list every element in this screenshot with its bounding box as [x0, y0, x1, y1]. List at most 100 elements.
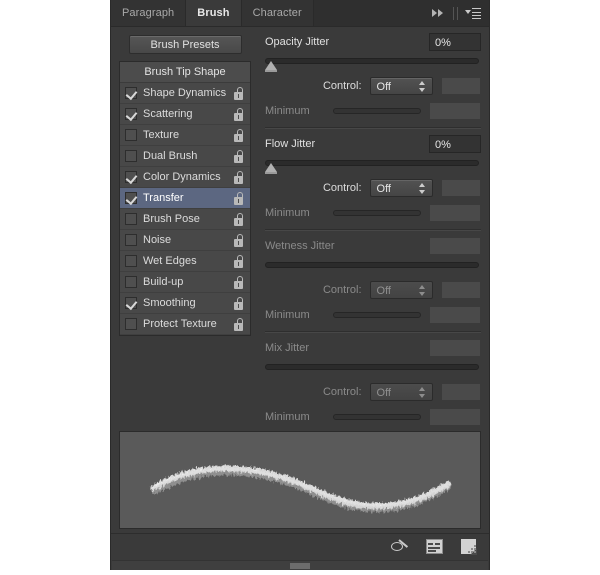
brush-stroke-preview: [119, 431, 481, 529]
brush-option-checkbox[interactable]: [125, 150, 137, 162]
stepper-arrows-icon[interactable]: [419, 285, 426, 297]
double-chevron-right-icon[interactable]: [432, 8, 446, 18]
brush-option-checkbox[interactable]: [125, 108, 137, 120]
jitter-slider[interactable]: [265, 55, 481, 70]
brush-option-checkbox[interactable]: [125, 318, 137, 330]
brush-option-checkbox[interactable]: [125, 192, 137, 204]
jitter-slider-track: [265, 58, 479, 64]
tab-character-label: Character: [253, 7, 302, 19]
tab-paragraph[interactable]: Paragraph: [111, 0, 186, 26]
brush-panel-icon[interactable]: [425, 538, 445, 556]
brush-option-checkbox[interactable]: [125, 255, 137, 267]
brush-option-checkbox[interactable]: [125, 213, 137, 225]
unlocked-icon[interactable]: [234, 171, 245, 184]
brush-option-label: Shape Dynamics: [143, 87, 234, 99]
brush-option-row[interactable]: Dual Brush: [120, 146, 250, 167]
unlocked-icon[interactable]: [234, 87, 245, 100]
brush-option-row[interactable]: Transfer: [120, 188, 250, 209]
stepper-arrows-icon[interactable]: [419, 81, 426, 93]
unlocked-icon[interactable]: [234, 234, 245, 247]
minimum-value-field[interactable]: [429, 204, 481, 222]
brush-option-checkbox[interactable]: [125, 87, 137, 99]
unlocked-icon[interactable]: [234, 192, 245, 205]
jitter-slider-track: [265, 262, 479, 268]
control-extra-field[interactable]: [441, 77, 481, 95]
unlocked-icon[interactable]: [234, 297, 245, 310]
control-row: Control:Off: [265, 177, 481, 199]
minimum-value-field[interactable]: [429, 102, 481, 120]
unlocked-icon[interactable]: [234, 108, 245, 121]
jitter-slider[interactable]: [265, 259, 481, 274]
control-select[interactable]: Off: [370, 179, 434, 197]
minimum-row: Minimum: [265, 406, 481, 427]
brush-option-checkbox[interactable]: [125, 297, 137, 309]
tab-character[interactable]: Character: [242, 0, 314, 26]
minimum-slider-track[interactable]: [333, 414, 421, 420]
control-extra-field[interactable]: [441, 281, 481, 299]
resize-grip-icon[interactable]: [465, 542, 476, 553]
control-extra-field[interactable]: [441, 383, 481, 401]
minimum-row: Minimum: [265, 100, 481, 121]
brush-panel: Paragraph Brush Character Brush Presets: [110, 0, 490, 570]
minimum-slider-track[interactable]: [333, 108, 421, 114]
jitter-value-field[interactable]: 0%: [429, 33, 481, 51]
unlocked-icon[interactable]: [234, 213, 245, 226]
unlocked-icon[interactable]: [234, 255, 245, 268]
control-select[interactable]: Off: [370, 77, 434, 95]
jitter-slider[interactable]: [265, 361, 481, 376]
brush-option-checkbox[interactable]: [125, 234, 137, 246]
tab-paragraph-label: Paragraph: [122, 7, 174, 19]
jitter-value-field[interactable]: [429, 339, 481, 357]
control-select[interactable]: Off: [370, 281, 434, 299]
control-row: Control:Off: [265, 279, 481, 301]
jitter-title: Mix Jitter: [265, 342, 429, 354]
jitter-value-field[interactable]: [429, 237, 481, 255]
brush-option-row[interactable]: Protect Texture: [120, 314, 250, 335]
tab-brush[interactable]: Brush: [186, 0, 241, 26]
jitter-title-row: Opacity Jitter0%: [265, 31, 481, 53]
brush-tip-shape-header[interactable]: Brush Tip Shape: [120, 62, 250, 83]
brush-option-row[interactable]: Texture: [120, 125, 250, 146]
jitter-value-field[interactable]: 0%: [429, 135, 481, 153]
unlocked-icon[interactable]: [234, 276, 245, 289]
panel-resize-strip[interactable]: [112, 560, 488, 570]
brush-options-list: Brush Tip Shape Shape Dynamics Scattering…: [119, 61, 251, 336]
jitter-slider[interactable]: [265, 157, 481, 172]
minimum-value-field[interactable]: [429, 408, 481, 426]
jitter-slider-thumb[interactable]: [265, 61, 277, 70]
brush-option-row[interactable]: Build-up: [120, 272, 250, 293]
grip-dots-icon: [291, 563, 310, 569]
unlocked-icon[interactable]: [234, 129, 245, 142]
minimum-slider-track[interactable]: [333, 210, 421, 216]
unlocked-icon[interactable]: [234, 318, 245, 331]
brush-option-row[interactable]: Shape Dynamics: [120, 83, 250, 104]
control-label: Control:: [265, 284, 370, 296]
screenshot-root: Paragraph Brush Character Brush Presets: [0, 0, 600, 575]
brush-option-checkbox[interactable]: [125, 276, 137, 288]
brush-option-row[interactable]: Scattering: [120, 104, 250, 125]
control-label: Control:: [265, 80, 370, 92]
brush-option-row[interactable]: Brush Pose: [120, 209, 250, 230]
brush-option-row[interactable]: Smoothing: [120, 293, 250, 314]
brush-option-checkbox[interactable]: [125, 129, 137, 141]
control-label: Control:: [265, 386, 370, 398]
stepper-arrows-icon[interactable]: [419, 387, 426, 399]
brush-option-row[interactable]: Noise: [120, 230, 250, 251]
control-extra-field[interactable]: [441, 179, 481, 197]
panel-menu-icon[interactable]: [465, 8, 481, 19]
minimum-label: Minimum: [265, 207, 333, 219]
brush-option-row[interactable]: Wet Edges: [120, 251, 250, 272]
unlocked-icon[interactable]: [234, 150, 245, 163]
brush-option-label: Brush Pose: [143, 213, 234, 225]
brush-presets-button[interactable]: Brush Presets: [129, 35, 242, 54]
minimum-value-field[interactable]: [429, 306, 481, 324]
control-row: Control:Off: [265, 381, 481, 403]
brush-option-label: Transfer: [143, 192, 234, 204]
minimum-slider-track[interactable]: [333, 312, 421, 318]
stepper-arrows-icon[interactable]: [419, 183, 426, 195]
control-select[interactable]: Off: [370, 383, 434, 401]
brush-option-row[interactable]: Color Dynamics: [120, 167, 250, 188]
toggle-brush-icon[interactable]: [391, 538, 411, 556]
jitter-slider-thumb[interactable]: [265, 163, 277, 172]
brush-option-checkbox[interactable]: [125, 171, 137, 183]
